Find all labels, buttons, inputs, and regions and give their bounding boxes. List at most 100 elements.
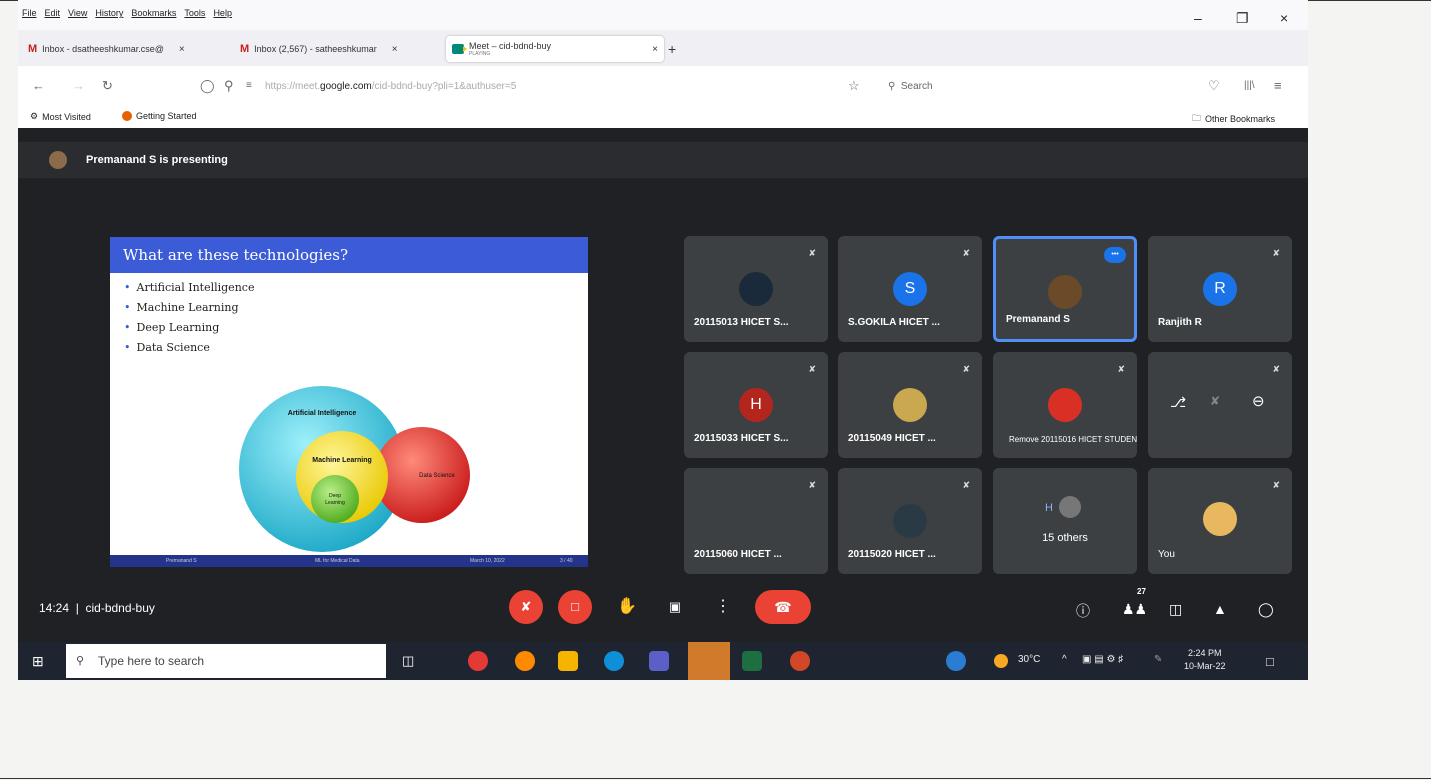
url-field[interactable]: https://meet.google.com/cid-bdnd-buy?pli…	[265, 81, 516, 92]
others-tile[interactable]: H 15 others	[993, 468, 1137, 574]
hamburger-menu-icon[interactable]: ≡	[1274, 78, 1282, 93]
participant-tile[interactable]: ✘ Remove 20115016 HICET STUDENT AIML fro…	[993, 352, 1137, 458]
teams-icon[interactable]	[649, 651, 669, 671]
task-view-icon[interactable]: ◫	[402, 653, 414, 669]
word-icon[interactable]	[688, 642, 730, 680]
host-controls-icon[interactable]: ◯	[1258, 601, 1274, 618]
menu-edit[interactable]: Edit	[45, 8, 61, 18]
tab-gmail-1[interactable]: M Inbox - dsatheeshkumar.cse@ ×	[28, 36, 185, 62]
participant-tile-hovered[interactable]: ✘ ⎇ ✘ ⊖	[1148, 352, 1292, 458]
reload-icon[interactable]: ↻	[102, 78, 113, 94]
tab-gmail-2[interactable]: M Inbox (2,567) - satheeshkumar ×	[240, 36, 398, 62]
leave-call-button[interactable]: ☎	[755, 590, 811, 624]
tray-expand-icon[interactable]: ^	[1062, 654, 1067, 665]
shield-icon[interactable]: ◯	[200, 78, 215, 94]
tab-close-icon[interactable]: ×	[392, 44, 398, 55]
bookmark-getting-started[interactable]: Getting Started	[122, 111, 197, 121]
camera-toggle-button[interactable]: □	[558, 590, 592, 624]
bookmark-label: Most Visited	[42, 111, 91, 122]
mic-toggle-button[interactable]: ✘	[509, 590, 543, 624]
presenting-banner: Premanand S is presenting	[18, 142, 1308, 178]
system-tray-icons[interactable]: ▣ ▤ ⚙ ♯	[1082, 654, 1123, 665]
ds-label: Data Science	[419, 473, 455, 479]
others-initial: H	[1045, 502, 1053, 514]
meeting-info-icon[interactable]: ⓘ	[1076, 601, 1090, 621]
help-icon[interactable]	[946, 651, 966, 671]
more-options-button[interactable]: ⋮	[706, 590, 740, 624]
bookmark-most-visited[interactable]: ⚙ Most Visited	[30, 111, 91, 122]
close-window-button[interactable]: ×	[1280, 10, 1288, 26]
menu-help[interactable]: Help	[213, 8, 232, 18]
participant-tile[interactable]: ✘ S S.GOKILA HICET ...	[838, 236, 982, 342]
restore-button[interactable]: ❐	[1236, 10, 1249, 27]
menu-tools[interactable]: Tools	[184, 8, 205, 18]
file-explorer-icon[interactable]	[558, 651, 578, 671]
participant-tile[interactable]: ✘ 20115049 HICET ...	[838, 352, 982, 458]
pen-icon[interactable]: ✎	[1154, 654, 1162, 665]
taskbar-clock[interactable]: 2:24 PM 10-Mar-22	[1184, 647, 1226, 673]
url-suffix: /cid-bdnd-buy?pli=1&authuser=5	[371, 81, 517, 92]
meeting-clock: 14:24 | cid-bdnd-buy	[39, 601, 155, 615]
tab-strip: M Inbox - dsatheeshkumar.cse@ × M Inbox …	[18, 30, 1308, 66]
participant-avatar	[1203, 502, 1237, 536]
self-tile[interactable]: ✘ You	[1148, 468, 1292, 574]
pin-icon[interactable]: ⎇	[1170, 394, 1186, 411]
permissions-icon[interactable]: ≡	[246, 80, 252, 91]
mute-participant-icon[interactable]: ✘	[1210, 394, 1220, 408]
minimize-button[interactable]: –	[1194, 10, 1202, 26]
windows-start-icon[interactable]: ⊞	[32, 653, 44, 670]
mic-off-icon: ✘	[962, 248, 970, 258]
meet-icon	[452, 44, 467, 54]
participant-tile[interactable]: ✘ R Ranjith R	[1148, 236, 1292, 342]
mic-off-icon: ✘	[1272, 480, 1280, 490]
bookmark-label: Other Bookmarks	[1205, 114, 1276, 124]
clock-date: 10-Mar-22	[1184, 661, 1226, 671]
pocket-icon[interactable]: ♡	[1208, 78, 1220, 94]
url-domain: google.com	[320, 81, 372, 92]
edge-icon[interactable]	[604, 651, 624, 671]
ml-label: Machine Learning	[312, 457, 372, 464]
participant-tile[interactable]: ✘ 20115013 HICET S...	[684, 236, 828, 342]
forward-icon[interactable]: →	[72, 78, 85, 93]
search-box[interactable]: ⚲ Search	[888, 81, 933, 92]
present-screen-button[interactable]: ▣	[658, 590, 692, 624]
tab-close-icon[interactable]: ×	[179, 44, 185, 55]
gmail-icon: M	[240, 43, 250, 55]
mic-off-icon: ✘	[1117, 364, 1125, 374]
people-icon[interactable]: ♟♟	[1122, 601, 1147, 618]
menu-file[interactable]: File	[22, 8, 37, 18]
chat-icon[interactable]: ◫	[1169, 601, 1182, 618]
new-tab-button[interactable]: +	[668, 36, 676, 62]
chrome-icon[interactable]	[468, 651, 488, 671]
lock-icon[interactable]: ⚲	[224, 78, 234, 94]
search-placeholder: Search	[900, 81, 933, 92]
excel-icon[interactable]	[742, 651, 762, 671]
powerpoint-icon[interactable]	[790, 651, 810, 671]
tab-meet[interactable]: Meet – cid-bdnd-buy PLAYING ×	[446, 36, 664, 62]
menu-view[interactable]: View	[68, 8, 87, 18]
menu-bookmarks[interactable]: Bookmarks	[131, 8, 176, 18]
footer-course: ML for Medical Data	[315, 558, 360, 564]
taskbar-search-box[interactable]: ⚲ Type here to search	[66, 644, 386, 678]
participant-tile[interactable]: ✘ 20115020 HICET ...	[838, 468, 982, 574]
participant-tile[interactable]: ✘ H 20115033 HICET S...	[684, 352, 828, 458]
participant-tile-active-speaker[interactable]: ••• Premanand S	[993, 236, 1137, 342]
remove-participant-icon[interactable]: ⊖	[1252, 392, 1265, 410]
other-bookmarks[interactable]: 🗀 Other Bookmarks	[1192, 111, 1275, 127]
notifications-icon[interactable]: □	[1266, 654, 1274, 669]
star-bookmark-icon[interactable]: ☆	[848, 78, 860, 94]
activities-icon[interactable]: ▲	[1213, 601, 1227, 617]
navigation-bar: ← → ↻ ◯ ⚲ ≡ https://meet.google.com/cid-…	[18, 66, 1308, 104]
participant-tile[interactable]: ✘ 20115060 HICET ...	[684, 468, 828, 574]
presentation-slide: What are these technologies? Artificial …	[110, 237, 588, 567]
tab-close-icon[interactable]: ×	[652, 44, 658, 55]
menu-history[interactable]: History	[95, 8, 123, 18]
folder-icon: 🗀	[1192, 113, 1202, 123]
raise-hand-button[interactable]: ✋	[610, 590, 644, 624]
library-icon[interactable]: |||\	[1244, 80, 1255, 91]
back-icon[interactable]: ←	[32, 78, 45, 93]
participant-avatar: H	[739, 388, 773, 422]
search-icon: ⚲	[76, 655, 85, 667]
participant-name: 20115013 HICET S...	[694, 317, 789, 328]
firefox-taskbar-icon[interactable]	[515, 651, 535, 671]
